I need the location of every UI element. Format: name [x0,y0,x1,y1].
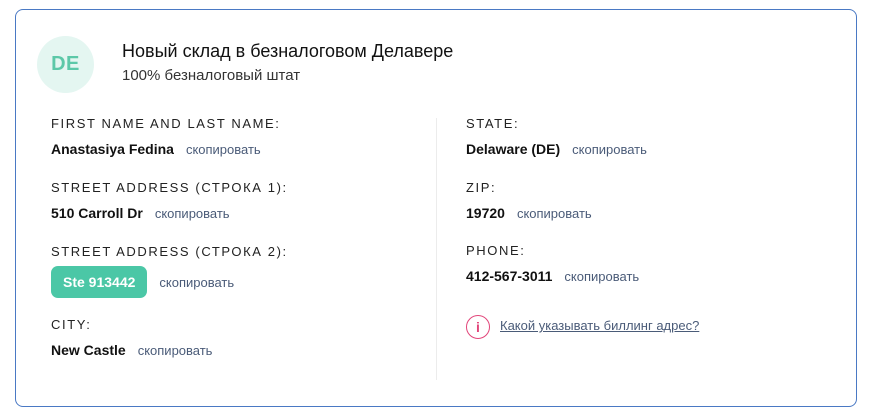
city-field: CITY: New Castle скопировать [51,317,212,361]
copy-name-button[interactable]: скопировать [186,142,261,157]
name-field: FIRST NAME AND LAST NAME: Anastasiya Fed… [51,116,281,160]
card-subtitle: 100% безналоговый штат [122,67,301,84]
phone-label: PHONE: [466,243,526,258]
state-avatar: DE [37,36,94,93]
copy-street1-button[interactable]: скопировать [155,206,230,221]
street1-field: STREET ADDRESS (СТРОКА 1): 510 Carroll D… [51,180,288,224]
copy-state-button[interactable]: скопировать [572,142,647,157]
state-label: STATE: [466,116,520,131]
phone-field: PHONE: 412-567-3011 скопировать [466,243,639,287]
copy-city-button[interactable]: скопировать [138,343,213,358]
copy-phone-button[interactable]: скопировать [564,269,639,284]
phone-value: 412-567-3011 [466,268,553,284]
copy-street2-button[interactable]: скопировать [159,275,234,290]
billing-help: i Какой указывать биллинг адрес? [466,315,700,339]
city-label: CITY: [51,317,92,332]
card-title: Новый склад в безналоговом Делавере [122,41,454,61]
column-divider [436,118,437,380]
street2-field: STREET ADDRESS (СТРОКА 2): Ste 913442 ск… [51,244,288,298]
street1-label: STREET ADDRESS (СТРОКА 1): [51,180,288,195]
info-icon: i [466,315,490,339]
zip-value: 19720 [466,205,505,221]
zip-label: ZIP: [466,180,497,195]
city-value: New Castle [51,342,126,358]
state-field: STATE: Delaware (DE) скопировать [466,116,647,160]
zip-field: ZIP: 19720 скопировать [466,180,592,224]
warehouse-address-card: DE Новый склад в безналоговом Делавере 1… [15,9,857,407]
name-label: FIRST NAME AND LAST NAME: [51,116,281,131]
name-value: Anastasiya Fedina [51,141,174,157]
street2-label: STREET ADDRESS (СТРОКА 2): [51,244,288,259]
billing-address-help-link[interactable]: Какой указывать биллинг адрес? [500,315,700,337]
copy-zip-button[interactable]: скопировать [517,206,592,221]
street1-value: 510 Carroll Dr [51,205,143,221]
street2-value-badge: Ste 913442 [51,266,148,298]
state-value: Delaware (DE) [466,141,561,157]
